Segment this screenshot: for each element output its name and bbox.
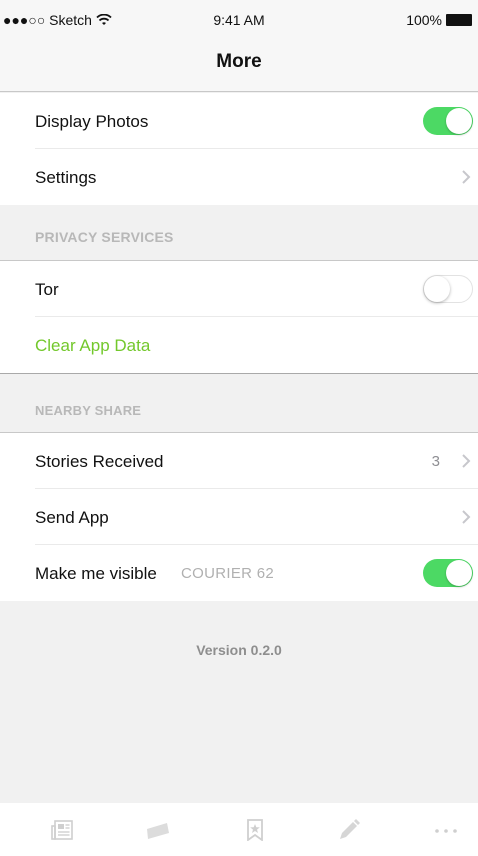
make-visible-row: Make me visible COURIER 62 xyxy=(0,545,478,601)
tor-row: Tor xyxy=(0,261,478,317)
stories-received-label: Stories Received xyxy=(35,452,164,471)
make-visible-toggle[interactable] xyxy=(423,559,473,587)
nearby-group: Stories Received 3 Send App Make me visi… xyxy=(0,433,478,601)
tab-more-icon[interactable] xyxy=(433,819,459,841)
nearby-header-label: NEARBY SHARE xyxy=(35,403,142,418)
general-group: Display Photos Settings xyxy=(0,93,478,205)
display-photos-label: Display Photos xyxy=(35,112,149,131)
display-photos-row: Display Photos xyxy=(0,93,478,149)
tab-bar xyxy=(0,803,478,856)
status-bar: ●●●○○ Sketch 9:41 AM 100% xyxy=(0,0,478,40)
tab-flag-icon[interactable] xyxy=(145,819,171,841)
tab-pencil-icon[interactable] xyxy=(336,819,362,841)
privacy-group: Tor Clear App Data xyxy=(0,261,478,373)
version-label: Version 0.2.0 xyxy=(196,642,282,658)
battery-indicator: 100% xyxy=(406,12,472,28)
tor-label: Tor xyxy=(35,280,59,299)
privacy-section-header: PRIVACY SERVICES xyxy=(0,205,478,261)
stories-count: 3 xyxy=(431,453,440,470)
stories-received-row[interactable]: Stories Received 3 xyxy=(0,433,478,489)
toggle-knob xyxy=(424,276,450,302)
tab-newspaper-icon[interactable] xyxy=(50,819,76,841)
settings-label: Settings xyxy=(35,168,97,187)
display-photos-toggle[interactable] xyxy=(423,107,473,135)
toggle-knob xyxy=(446,560,472,586)
send-app-label: Send App xyxy=(35,508,109,527)
chevron-right-icon xyxy=(462,170,471,184)
make-visible-label: Make me visible xyxy=(35,564,157,583)
clear-app-data-row[interactable]: Clear App Data xyxy=(0,317,478,373)
send-app-row[interactable]: Send App xyxy=(0,489,478,545)
settings-row[interactable]: Settings xyxy=(0,149,478,205)
toggle-knob xyxy=(446,108,472,134)
page-title: More xyxy=(216,51,262,72)
chevron-right-icon xyxy=(462,510,471,524)
clear-app-data-button[interactable]: Clear App Data xyxy=(35,336,150,356)
chevron-right-icon xyxy=(462,454,471,468)
battery-percent: 100% xyxy=(406,12,442,28)
device-name: COURIER 62 xyxy=(181,565,275,582)
tor-toggle[interactable] xyxy=(423,275,473,303)
nav-bar: More xyxy=(0,40,478,92)
battery-icon xyxy=(446,14,472,26)
privacy-header-label: PRIVACY SERVICES xyxy=(35,229,174,245)
tab-bookmark-star-icon[interactable] xyxy=(242,819,268,841)
nearby-section-header: NEARBY SHARE xyxy=(0,373,478,433)
